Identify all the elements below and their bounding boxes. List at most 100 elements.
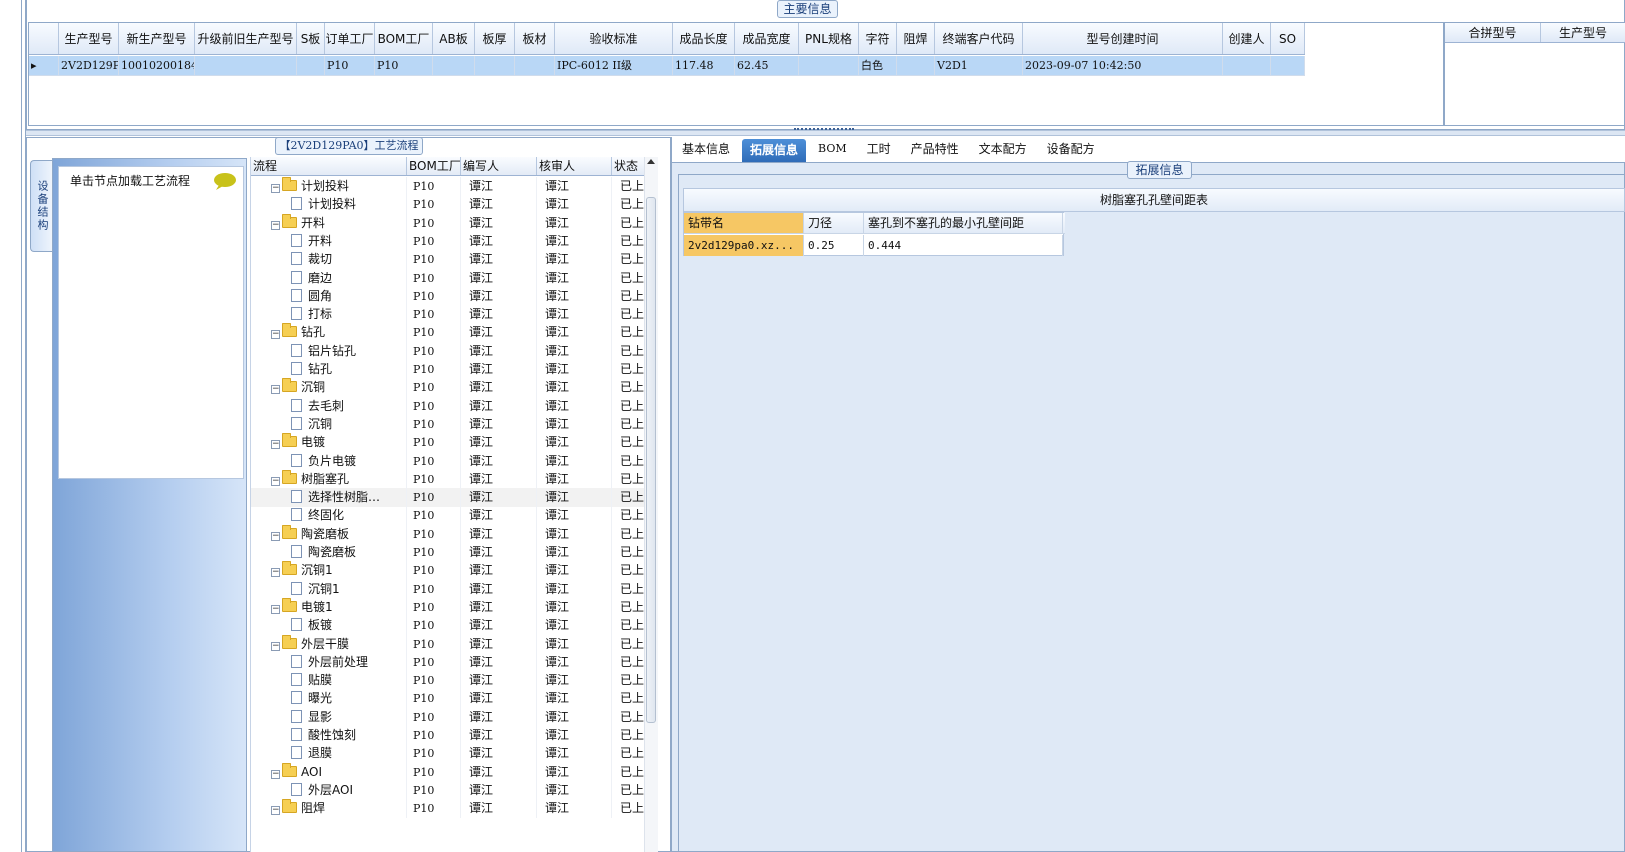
column-header[interactable]: SO [1271, 23, 1305, 54]
tab-6[interactable]: 设备配方 [1039, 137, 1103, 162]
tree-row[interactable]: 外层AOIP10谭江谭江已上K [251, 780, 645, 800]
grid-cell[interactable] [195, 56, 297, 75]
merge-column-header[interactable]: 生产型号 [1541, 23, 1625, 42]
tree-row[interactable]: −阻焊P10谭江谭江已上K [251, 799, 645, 819]
tree-row[interactable]: 钻孔P10谭江谭江已上K [251, 360, 645, 379]
tree-node[interactable]: − 电镀1 [251, 597, 407, 617]
collapse-toggle-icon[interactable]: − [271, 641, 280, 651]
grid-cell[interactable] [897, 56, 935, 75]
tree-row[interactable]: 沉铜1P10谭江谭江已上K [251, 579, 645, 599]
tree-node[interactable]: 负片电镀 [251, 451, 407, 471]
grid-cell[interactable]: 10010200184272 [119, 56, 195, 75]
tree-node[interactable]: 沉铜1 [251, 579, 407, 599]
tree-row[interactable]: −AOIP10谭江谭江已上K [251, 762, 645, 782]
tree-node[interactable]: 圆角 [251, 286, 407, 306]
tab-1[interactable]: 拓展信息 [742, 139, 807, 162]
tree-node[interactable]: 酸性蚀刻 [251, 726, 407, 745]
grid-cell[interactable]: P10 [375, 56, 433, 75]
tab-5[interactable]: 文本配方 [971, 137, 1035, 162]
ext-column-header[interactable]: 钻带名 [684, 213, 804, 233]
tree-node[interactable]: 铝片钻孔 [251, 341, 407, 361]
tree-node[interactable]: − 树脂塞孔 [251, 469, 407, 489]
scroll-up-arrow-icon[interactable] [647, 159, 655, 164]
tree-row[interactable]: 外层前处理P10谭江谭江已上K [251, 652, 645, 672]
collapse-toggle-icon[interactable]: − [271, 220, 280, 230]
grid-cell[interactable]: 2023-09-07 10:42:50 [1023, 56, 1223, 75]
tree-node[interactable]: 外层前处理 [251, 652, 407, 672]
tree-row[interactable]: 裁切P10谭江谭江已上K [251, 250, 645, 270]
tree-row[interactable]: 选择性树脂…P10谭江谭江已上K [251, 488, 645, 508]
collapse-toggle-icon[interactable]: − [271, 531, 280, 541]
tree-column-header[interactable]: 核审人 [537, 157, 612, 175]
tree-node[interactable]: 计划投料 [251, 195, 407, 215]
tree-row[interactable]: 酸性蚀刻P10谭江谭江已上K [251, 726, 645, 745]
grid-cell[interactable]: 62.45 [735, 56, 799, 75]
tree-column-header[interactable]: 编写人 [461, 157, 537, 175]
tree-node[interactable]: 板镀 [251, 616, 407, 636]
collapse-toggle-icon[interactable]: − [271, 440, 280, 450]
tree-node[interactable]: 开料 [251, 231, 407, 251]
tree-row[interactable]: 板镀P10谭江谭江已上K [251, 616, 645, 636]
tree-row[interactable]: 陶瓷磨板P10谭江谭江已上K [251, 543, 645, 562]
column-header[interactable]: 字符 [859, 23, 897, 54]
tree-node[interactable]: − 沉铜1 [251, 561, 407, 581]
column-header[interactable]: 阻焊 [897, 23, 935, 54]
column-header[interactable]: 成品宽度 [735, 23, 799, 54]
tree-node[interactable]: 曝光 [251, 689, 407, 709]
tree-row[interactable]: 铝片钻孔P10谭江谭江已上K [251, 341, 645, 361]
tree-node[interactable]: − AOI [251, 762, 407, 782]
tree-row[interactable]: −陶瓷磨板P10谭江谭江已上K [251, 524, 645, 544]
tree-row[interactable]: 显影P10谭江谭江已上K [251, 707, 645, 727]
tree-scroll-thumb[interactable] [646, 197, 656, 723]
column-header[interactable]: AB板 [433, 23, 475, 54]
tree-node[interactable]: − 开料 [251, 213, 407, 233]
tree-row[interactable]: −开料P10谭江谭江已上K [251, 213, 645, 233]
tree-row[interactable]: 去毛刺P10谭江谭江已上K [251, 396, 645, 416]
side-tab-device-structure[interactable]: 设备结构 [30, 160, 52, 252]
tree-node[interactable]: 终固化 [251, 506, 407, 526]
tab-3[interactable]: 工时 [859, 137, 899, 162]
tree-column-header[interactable]: BOM工厂 [407, 157, 461, 175]
column-header[interactable]: 终端客户代码 [935, 23, 1023, 54]
tree-node[interactable]: 裁切 [251, 250, 407, 270]
collapse-toggle-icon[interactable]: − [271, 568, 280, 578]
collapse-toggle-icon[interactable]: − [271, 184, 280, 193]
column-header[interactable]: 新生产型号 [119, 23, 195, 54]
tree-row[interactable]: −沉铜1P10谭江谭江已上K [251, 561, 645, 581]
grid-cell[interactable] [433, 56, 475, 75]
tab-4[interactable]: 产品特性 [903, 137, 967, 162]
collapse-toggle-icon[interactable]: − [271, 604, 280, 614]
column-header[interactable]: 型号创建时间 [1023, 23, 1223, 54]
tree-row[interactable]: 曝光P10谭江谭江已上K [251, 689, 645, 709]
tree-node[interactable]: − 电镀 [251, 433, 407, 453]
grid-cell[interactable] [515, 56, 555, 75]
ext-column-header[interactable]: 刀径 [804, 213, 864, 233]
tree-row[interactable]: −树脂塞孔P10谭江谭江已上K [251, 469, 645, 489]
tree-node[interactable]: − 外层干膜 [251, 634, 407, 654]
grid-cell[interactable] [1271, 56, 1305, 75]
ext-table-cell[interactable]: 2v2d129pa0.xz... [684, 235, 804, 256]
column-header[interactable]: 订单工厂 [325, 23, 375, 54]
tab-0[interactable]: 基本信息 [674, 137, 738, 162]
grid-cell[interactable] [1223, 56, 1271, 75]
tree-node[interactable]: 显影 [251, 707, 407, 727]
grid-cell[interactable] [297, 56, 325, 75]
ext-table-cell[interactable]: 0.444 [864, 235, 1063, 256]
column-header[interactable]: BOM工厂 [375, 23, 433, 54]
tree-row[interactable]: −电镀P10谭江谭江已上K [251, 433, 645, 453]
tree-node[interactable]: − 沉铜 [251, 378, 407, 398]
tree-column-header[interactable]: 状态 [612, 157, 645, 175]
tree-node[interactable]: 磨边 [251, 268, 407, 288]
tree-node[interactable]: − 钻孔 [251, 323, 407, 343]
tree-row[interactable]: 打标P10谭江谭江已上K [251, 305, 645, 325]
grid-cell[interactable]: 117.48 [673, 56, 735, 75]
tree-row[interactable]: −沉铜P10谭江谭江已上K [251, 378, 645, 398]
grid-corner-cell[interactable] [29, 23, 59, 54]
tree-node[interactable]: 选择性树脂… [251, 488, 407, 508]
column-header[interactable]: S板 [297, 23, 325, 54]
tree-node[interactable]: − 陶瓷磨板 [251, 524, 407, 544]
ext-table-cell[interactable]: 0.25 [804, 235, 864, 256]
tree-row[interactable]: −电镀1P10谭江谭江已上K [251, 597, 645, 617]
ext-table-row[interactable]: 2v2d129pa0.xz... 0.25 0.444 [684, 235, 1065, 256]
grid-cell[interactable]: P10 [325, 56, 375, 75]
